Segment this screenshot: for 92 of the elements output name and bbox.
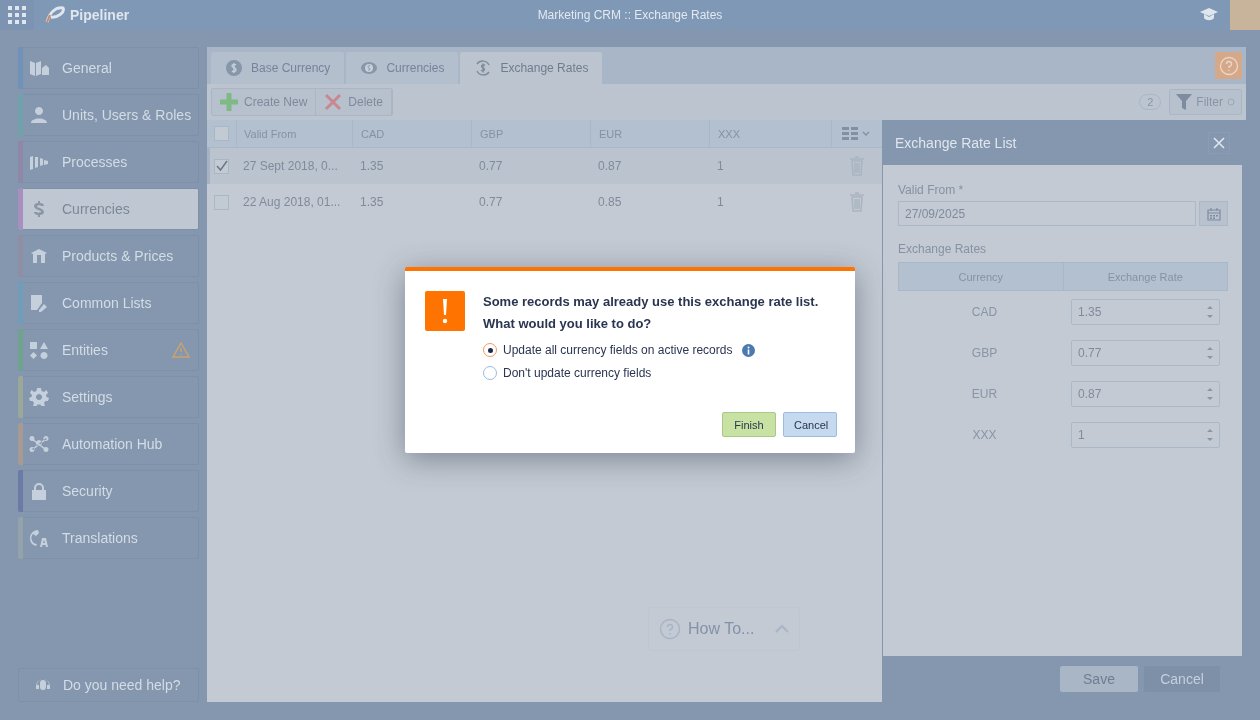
- sidebar-item[interactable]: General: [18, 47, 199, 89]
- currency-code: CAD: [970, 304, 999, 319]
- dialog-message: Some records may already use this exchange rate list.: [483, 293, 819, 311]
- alert-icon: [425, 291, 465, 331]
- table-cell-text: 0.77: [478, 194, 504, 211]
- sidebar-item[interactable]: Processes: [18, 141, 199, 183]
- section-icon: [29, 106, 49, 124]
- plus-icon: [220, 93, 238, 111]
- tab[interactable]: Base Currency: [211, 52, 345, 84]
- section-icon: [29, 435, 49, 453]
- option-label[interactable]: Don't update currency fields: [503, 366, 652, 380]
- spinner-arrows-icon[interactable]: [1207, 427, 1213, 442]
- table-cell-text: 1.35: [359, 158, 385, 175]
- help-button[interactable]: Do you need help?: [18, 668, 199, 702]
- calendar-button[interactable]: [1199, 201, 1228, 226]
- sidebar-item[interactable]: Products & Prices: [18, 235, 199, 277]
- option-label[interactable]: Update all currency fields on active records: [503, 343, 733, 357]
- field-label: Valid From *: [898, 183, 965, 197]
- close-button[interactable]: [1208, 131, 1230, 154]
- sidebar-item[interactable]: Units, Users & Roles: [18, 94, 199, 136]
- cancel-button[interactable]: Cancel: [1144, 666, 1220, 692]
- table-cell-text: 0.77: [478, 158, 504, 175]
- currency-code: EUR: [970, 386, 999, 401]
- how-to-button[interactable]: How To...: [648, 607, 800, 651]
- window-title: Marketing CRM :: Exchange Rates: [537, 8, 723, 22]
- rate-field[interactable]: 0.77: [1071, 339, 1220, 366]
- table-cell-text: 1: [716, 158, 725, 175]
- circle-icon: [1227, 98, 1235, 106]
- info-icon[interactable]: [742, 343, 756, 357]
- currency-icon: [225, 59, 243, 77]
- table-cell-text: 0.85: [597, 194, 623, 211]
- logo-icon: [44, 6, 66, 24]
- date-field[interactable]: 27/09/2025: [898, 201, 1196, 226]
- rate-field[interactable]: 1.35: [1071, 298, 1220, 325]
- currency-code: GBP: [970, 345, 999, 360]
- spinner-arrows-icon[interactable]: [1207, 304, 1213, 319]
- sidebar-item[interactable]: Automation Hub: [18, 423, 199, 465]
- cancel-button[interactable]: Cancel: [783, 412, 837, 437]
- rate-field[interactable]: 1: [1071, 421, 1220, 448]
- question-circle-icon: [659, 618, 681, 640]
- table-row[interactable]: 27 Sept 2018, 0... 1.35 0.77 0.87 1: [207, 148, 882, 184]
- trash-icon[interactable]: [849, 192, 865, 212]
- tab[interactable]: Currencies: [346, 52, 459, 84]
- sidebar-item[interactable]: Translations: [18, 517, 199, 559]
- panel-title: Exchange Rate List: [895, 134, 1017, 151]
- section-icon: [29, 247, 49, 265]
- filter-icon: [1176, 93, 1193, 111]
- rate-field[interactable]: 0.87: [1071, 380, 1220, 407]
- dialog-message: What would you like to do?: [483, 315, 653, 333]
- app-name: Pipeliner: [70, 7, 130, 23]
- currency-code: XXX: [971, 427, 998, 442]
- currency-icon: [360, 59, 379, 77]
- delete-button[interactable]: Delete: [316, 89, 393, 115]
- row-checkbox[interactable]: [214, 158, 229, 174]
- section-icon: [29, 59, 49, 77]
- section-icon: [29, 294, 49, 312]
- columns-icon[interactable]: [842, 126, 872, 141]
- chevron-up-icon: [775, 624, 790, 634]
- sidebar-item[interactable]: Entities: [18, 329, 199, 371]
- sidebar-item[interactable]: Currencies: [18, 188, 199, 230]
- sidebar-item[interactable]: Common Lists: [18, 282, 199, 324]
- table-row[interactable]: 22 Aug 2018, 01... 1.35 0.77 0.85 1: [207, 184, 882, 220]
- section-icon: [29, 482, 49, 500]
- section-icon: [29, 153, 49, 171]
- create-new-button[interactable]: Create New: [212, 89, 317, 115]
- grid-icon: [8, 6, 26, 24]
- table-cell-text: 0.87: [597, 158, 623, 175]
- help-button[interactable]: [1215, 52, 1242, 79]
- apps-menu-button[interactable]: [0, 0, 34, 30]
- section-icon: [29, 341, 49, 359]
- section-label: Exchange Rates: [898, 242, 988, 256]
- finish-button[interactable]: Finish: [722, 412, 776, 437]
- sidebar-item[interactable]: Settings: [18, 376, 199, 418]
- question-circle-icon: [1218, 55, 1239, 76]
- spinner-arrows-icon[interactable]: [1207, 386, 1213, 401]
- save-button[interactable]: Save: [1060, 666, 1138, 692]
- cross-icon: [324, 93, 343, 111]
- table-cell-text: 22 Aug 2018, 01...: [242, 194, 342, 211]
- table-cell-text: 1: [716, 194, 725, 211]
- row-checkbox[interactable]: [214, 194, 229, 210]
- user-avatar[interactable]: [1230, 0, 1260, 30]
- spinner-arrows-icon[interactable]: [1207, 345, 1213, 360]
- select-all-checkbox[interactable]: [214, 126, 229, 141]
- tab[interactable]: Exchange Rates: [460, 52, 603, 84]
- graduation-cap-icon[interactable]: [1200, 8, 1218, 22]
- table-cell-text: 27 Sept 2018, 0...: [242, 158, 339, 175]
- sidebar-item[interactable]: Security: [18, 470, 199, 512]
- close-icon: [1213, 136, 1225, 149]
- section-icon: [29, 529, 49, 547]
- section-icon: [29, 388, 49, 406]
- calendar-icon: [1206, 206, 1221, 221]
- table-cell-text: 1.35: [359, 194, 385, 211]
